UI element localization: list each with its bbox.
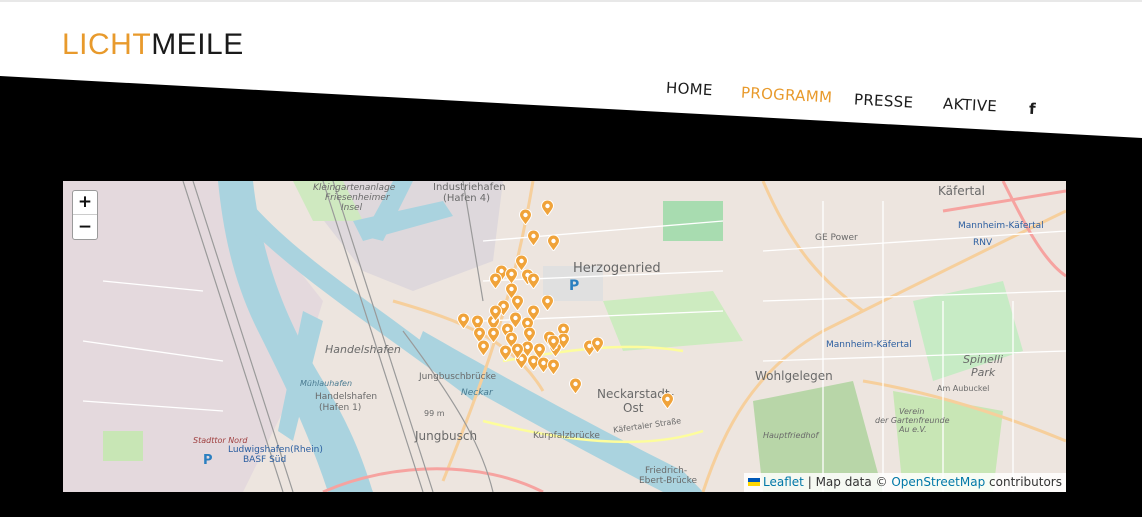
map-marker[interactable] [541, 200, 554, 216]
map-label-ebert-brucke: Ebert-Brücke [639, 476, 698, 486]
map-label-hafen1: (Hafen 1) [319, 403, 362, 413]
map-label-wohlgelegen: Wohlgelegen [755, 369, 833, 383]
map-label-am-aubuckel: Am Aubuckel [937, 384, 990, 393]
map-label-ludwigshafen: Ludwigshafen(Rhein) [228, 445, 323, 455]
map-label-parking-2: P [203, 453, 213, 468]
map-label-kleingarten: Kleingartenanlage [313, 183, 396, 193]
ukraine-flag-icon [748, 478, 761, 486]
map-label-kurpfalzbrucke: Kurpfalzbrücke [533, 431, 600, 441]
map-marker[interactable] [457, 313, 470, 329]
zoom-control: + − [72, 190, 98, 240]
map-marker[interactable] [547, 359, 560, 375]
map-marker[interactable] [505, 268, 518, 284]
map-label-spinelli: Spinelli [963, 353, 1003, 366]
map-attribution: Leaflet | Map data © OpenStreetMap contr… [744, 473, 1066, 492]
map-marker[interactable] [547, 235, 560, 251]
map-label-friesenheimer: Friesenheimer [325, 193, 390, 203]
map-marker[interactable] [489, 305, 502, 321]
map-label-parking: P [569, 278, 580, 294]
map-label-hafen4: (Hafen 4) [443, 193, 491, 204]
map-label-ge-power: GE Power [815, 233, 858, 243]
attribution-separator: | Map data © [803, 475, 892, 489]
map-label-gartenfreunde: der Gartenfreunde [875, 416, 950, 425]
map-label-stadttor: Stadttor Nord [193, 436, 248, 445]
map-label-industriehafen: Industriehafen [433, 182, 506, 193]
map-label-verein: Verein [899, 407, 925, 416]
map-marker[interactable] [519, 209, 532, 225]
map-label-au: Au e.V. [899, 425, 927, 434]
map-marker[interactable] [527, 273, 540, 289]
attribution-contributors: contributors [985, 475, 1062, 489]
zoom-in-button[interactable]: + [73, 191, 97, 215]
map-label-mannheim-kafertal-bf: Mannheim-Käfertal [958, 221, 1044, 231]
logo-part-licht: LICHT [62, 28, 152, 61]
nav-home[interactable]: HOME [666, 79, 714, 100]
openstreetmap-link[interactable]: OpenStreetMap [891, 475, 985, 489]
map-label-herzogenried: Herzogenried [573, 261, 661, 276]
map-marker[interactable] [541, 295, 554, 311]
map-label-rnv: RNV [973, 238, 993, 248]
map-label-handelshafen: Handelshafen [325, 343, 401, 356]
map-label-kafertal: Käfertal [938, 184, 985, 198]
logo-part-meile: MEILE [151, 28, 244, 61]
zoom-out-button[interactable]: − [73, 215, 97, 239]
map-label-muhlauhafen: Mühlauhafen [300, 379, 353, 388]
map-marker[interactable] [477, 340, 490, 356]
program-map[interactable]: Kleingartenanlage Friesenheimer Insel In… [63, 181, 1066, 492]
map-label-mannheim-handelshafen: Handelshafen [315, 392, 378, 402]
map-label-jungbuschbrucke: Jungbuschbrücke [419, 372, 497, 382]
facebook-icon[interactable]: f [1029, 100, 1037, 118]
top-border [0, 0, 1142, 2]
map-label-park: Park [971, 366, 996, 379]
map-label-basf: BASF Süd [243, 455, 287, 465]
nav-aktive[interactable]: AKTIVE [943, 95, 998, 116]
map-marker[interactable] [547, 335, 560, 351]
nav-presse[interactable]: PRESSE [854, 90, 914, 111]
map-marker[interactable] [661, 393, 674, 409]
map-marker[interactable] [527, 230, 540, 246]
map-label-neckar: Neckar [461, 388, 493, 398]
map-label-friedrich: Friedrich- [645, 466, 688, 476]
map-marker[interactable] [489, 273, 502, 289]
map-label-99m: 99 m [424, 409, 445, 418]
map-marker[interactable] [511, 343, 524, 359]
map-label-mannheim-kafertal: Mannheim-Käfertal [826, 340, 912, 350]
map-marker[interactable] [511, 295, 524, 311]
map-label-hauptfriedhof: Hauptfriedhof [763, 431, 819, 440]
map-label-ost: Ost [623, 401, 644, 415]
map-label-insel: Insel [341, 203, 363, 213]
site-logo[interactable]: LICHTMEILE [62, 28, 244, 62]
header-background [0, 0, 1142, 138]
map-marker[interactable] [591, 337, 604, 353]
map-label-jungbusch: Jungbusch [415, 429, 478, 443]
leaflet-link[interactable]: Leaflet [763, 475, 804, 489]
map-marker[interactable] [569, 378, 582, 394]
